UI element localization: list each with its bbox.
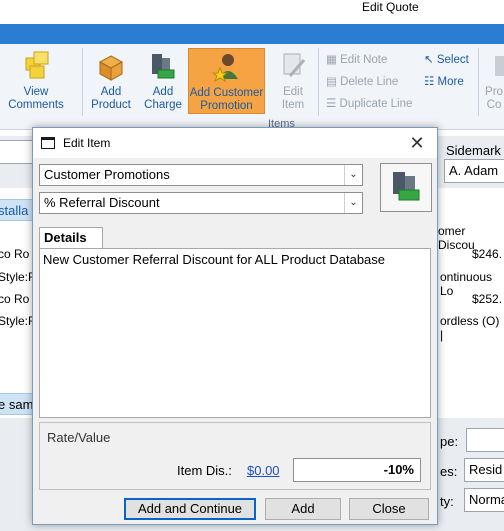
add-customer-promotion-button[interactable]: Add Customer Promotion [188,48,265,114]
delete-line-button[interactable]: ▤ Delete Line [326,74,398,88]
ribbon-tab-strip [0,24,504,44]
type-label: pe: [440,434,459,449]
chevron-down-icon[interactable]: ⌄ [344,193,362,213]
res-label: es: [440,464,458,479]
duplicate-line-icon: ☰ [326,98,337,110]
ribbon-separator [478,48,479,116]
delete-line-label: Delete Line [340,76,399,88]
item-discount-link[interactable]: $0.00 [247,463,280,478]
background-left-input [0,140,34,164]
edit-note-label: Edit Note [340,54,388,66]
same-header: e sam [0,393,34,415]
installation-header: stalla [0,199,34,221]
window-icon [41,137,55,149]
money-stack-icon [393,172,420,201]
note-icon: ▦ [326,54,337,66]
duplicate-line-button[interactable]: ☰ Duplicate Line [326,96,412,110]
details-text-area[interactable]: New Customer Referral Discount for ALL P… [39,248,431,418]
add-product-label: Add Product [91,86,131,111]
more-button[interactable]: ☷ More [424,74,464,88]
close-icon[interactable]: ✕ [407,133,427,153]
partial-icon [495,56,504,76]
box-icon [98,55,124,81]
res-select[interactable]: Resid [464,458,504,482]
more-label: More [437,76,464,88]
row-2-style: Style:F [0,314,36,328]
edit-item-dialog: Edit Item ✕ Customer Promotions ⌄ % Refe… [32,127,438,525]
ribbon-separator [318,48,319,116]
qty-select[interactable]: Norma [464,488,504,512]
window-title-bar: Edit Quote [0,0,504,20]
row-1-price: $246. [472,247,503,261]
ribbon-partial-label: Pro Co [485,86,503,111]
type-input[interactable] [466,428,504,452]
list-icon: ☷ [424,76,435,88]
installation-header-label: stalla [0,203,29,218]
edit-note-button[interactable]: ▦ Edit Note [326,52,387,66]
dialog-title-bar: Edit Item ✕ [33,128,437,158]
view-comments-button[interactable]: View Comments [0,50,78,112]
customer-star-icon [211,54,238,83]
add-product-button[interactable]: Add Product [85,50,137,112]
rate-value-input[interactable]: -10% [293,458,421,482]
promotion-select[interactable]: % Referral Discount ⌄ [39,192,363,214]
promotion-select-value: % Referral Discount [44,195,160,210]
add-charge-button[interactable]: Add Charge [138,50,188,112]
product-image[interactable] [380,163,432,212]
cursor-icon: ↖ [424,54,434,66]
dialog-title: Edit Item [63,136,111,150]
window-title: Edit Quote [362,0,419,14]
add-charge-label: Add Charge [144,86,182,111]
view-comments-label: View Comments [8,86,64,111]
add-customer-promotion-label: Add Customer Promotion [189,87,264,112]
category-select-value: Customer Promotions [44,167,170,182]
edit-item-label: Edit Item [281,86,305,111]
edit-item-button[interactable]: Edit Item [268,50,318,112]
select-button[interactable]: ↖ Select [424,52,469,66]
chevron-down-icon[interactable]: ⌄ [344,165,362,185]
select-label: Select [436,54,469,66]
row-1-left: co Ro [0,247,30,261]
same-header-label: e sam [0,397,34,412]
row-2-left: co Ro [0,292,30,306]
row-1-style: Style:F [0,270,36,284]
sidemark-input[interactable]: A. Adam [444,159,504,183]
ribbon-separator [82,48,83,116]
comments-icon [25,51,49,79]
rate-value-label: Rate/Value [47,430,111,445]
money-stack-icon [152,54,175,79]
details-tab[interactable]: Details [39,227,103,249]
duplicate-line-label: Duplicate Line [339,98,413,110]
row-2-desc: ordless (O) | [440,314,500,342]
ribbon-partial-button[interactable]: Pro Co [484,50,504,112]
item-discount-label: Item Dis.: [177,463,232,478]
close-button[interactable]: Close [349,498,429,520]
sidemark-label: Sidemark [446,143,501,158]
delete-line-icon: ▤ [326,76,337,88]
edit-item-icon [283,53,306,77]
add-button[interactable]: Add [265,498,341,520]
qty-label: ty: [440,494,454,509]
category-select[interactable]: Customer Promotions ⌄ [39,164,363,186]
add-and-continue-button[interactable]: Add and Continue [124,498,256,520]
row-2-price: $252. [472,292,503,306]
